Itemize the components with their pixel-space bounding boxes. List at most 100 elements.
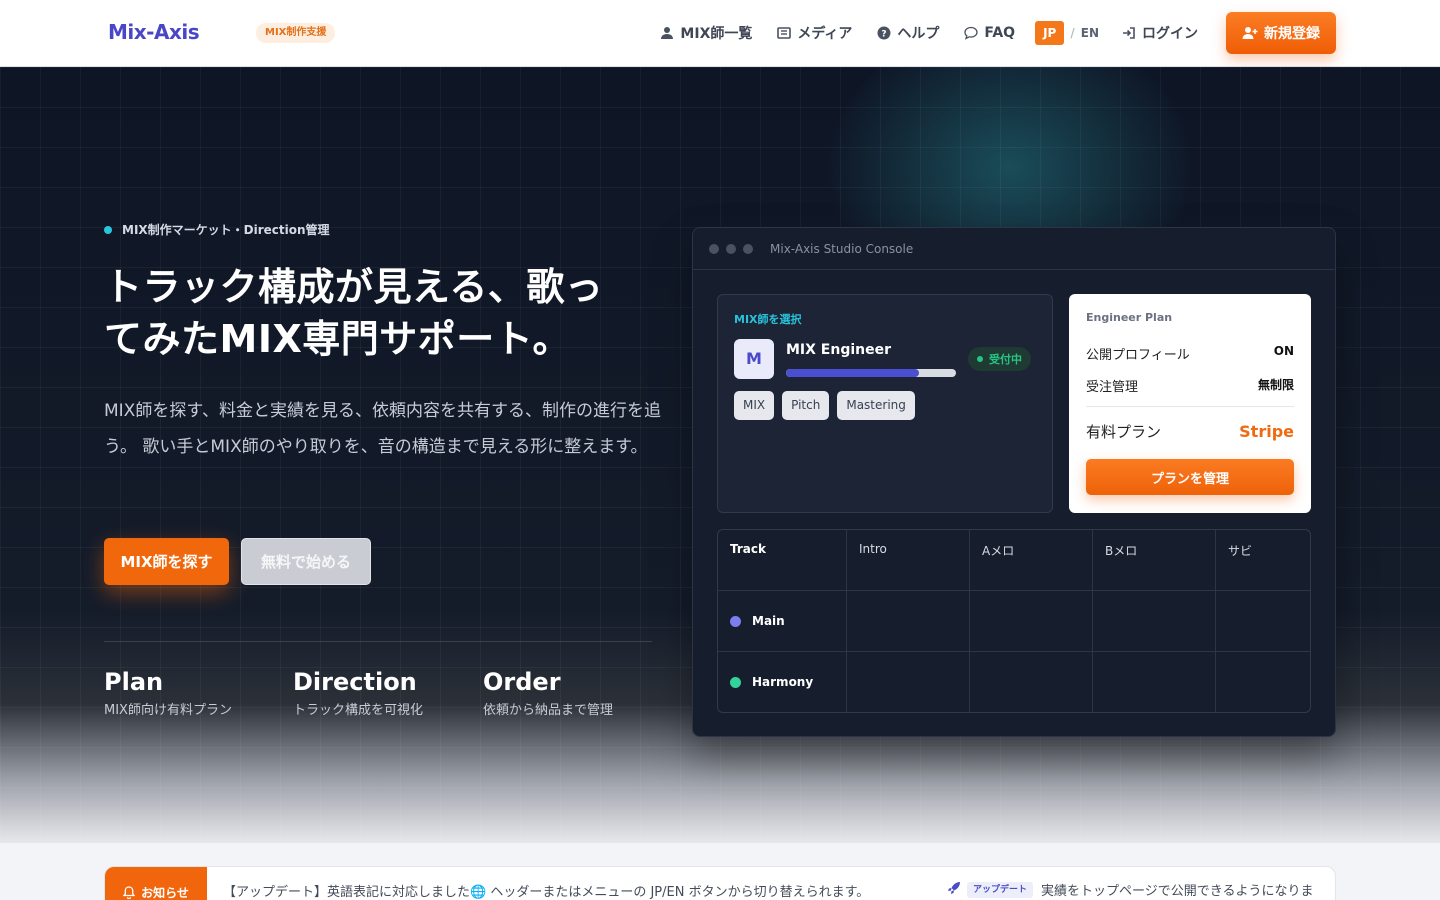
start-free-button[interactable]: 無料で始める — [241, 538, 371, 585]
stat-subtitle: 依頼から納品まで管理 — [483, 703, 614, 718]
signup-label: 新規登録 — [1264, 25, 1320, 41]
status-dot — [977, 356, 983, 362]
plan-row-key: 受注管理 — [1086, 380, 1139, 395]
track-name-cell[interactable]: Main — [718, 591, 847, 652]
avatar: M — [734, 339, 774, 379]
site-header: Mix-Axis MIX制作支援 MIX師一覧 メディア ? ヘルプ FAQ J… — [0, 0, 1440, 67]
lang-en-button[interactable]: EN — [1081, 26, 1099, 40]
login-label: ログイン — [1142, 26, 1198, 42]
table-cell[interactable] — [1093, 591, 1216, 652]
status-badge: 受付中 — [968, 347, 1031, 371]
table-header-cell: サビ — [1228, 544, 1253, 558]
plan-row: 公開プロフィール ON — [1086, 344, 1294, 363]
stat-subtitle: トラック構成を可視化 — [293, 703, 424, 718]
plan-row-value: 無制限 — [1257, 378, 1294, 392]
plan-divider — [1086, 406, 1294, 407]
notice-message[interactable]: 【アップデート】英語表記に対応しました🌐 ヘッダーまたはメニューの JP/EN … — [223, 881, 869, 900]
skill-tags: MIX Pitch Mastering — [734, 391, 923, 420]
console-title: Mix-Axis Studio Console — [770, 241, 914, 256]
table-header-cell: Aメロ — [970, 530, 1093, 591]
hero-headline: トラック構成が見える、歌ってみたMIX専門サポート。 — [104, 265, 604, 361]
paid-plan-key: 有料プラン — [1086, 423, 1162, 441]
notice-second-text: 実績をトップページで公開できるようになりま — [1041, 884, 1314, 899]
find-engineer-button[interactable]: MIX師を探す — [104, 538, 229, 585]
window-dot — [743, 243, 753, 254]
table-cell[interactable] — [1216, 652, 1310, 712]
notice-message-secondary[interactable]: アップデート 実績をトップページで公開できるようになりま — [947, 880, 1314, 899]
language-switch: JP / EN — [1035, 21, 1099, 45]
plan-row-value: ON — [1273, 344, 1294, 358]
engineer-progress-bar — [786, 369, 956, 377]
console-titlebar: Mix-Axis Studio Console — [693, 228, 1335, 270]
table-cell[interactable] — [970, 591, 1093, 652]
table-header-cell: Track — [718, 530, 847, 591]
paid-plan-value: Stripe — [1239, 422, 1294, 441]
stat-order: Order 依頼から納品まで管理 — [483, 667, 613, 718]
engineer-name[interactable]: MIX Engineer — [786, 342, 891, 358]
window-dot — [709, 243, 719, 254]
manage-plan-button[interactable]: プランを管理 — [1086, 459, 1294, 495]
hero-eyebrow: MIX制作マーケット・Direction管理 — [104, 221, 330, 238]
lang-jp-button[interactable]: JP — [1035, 21, 1065, 45]
notice-label-text: お知らせ — [141, 885, 189, 900]
user-icon — [659, 25, 675, 41]
svg-text:?: ? — [882, 30, 887, 40]
table-row: Harmony — [718, 652, 1310, 712]
window-dot — [726, 243, 736, 254]
track-name: Main — [752, 614, 785, 628]
track-color-dot — [730, 676, 741, 688]
track-name-cell[interactable]: Harmony — [718, 652, 847, 712]
table-header-row: Track Intro Aメロ Bメロ サビ — [718, 530, 1310, 591]
table-cell[interactable] — [847, 591, 970, 652]
eyebrow-dot — [104, 225, 112, 234]
lang-separator: / — [1070, 26, 1075, 40]
stat-subtitle: MIX師向け有料プラン — [104, 703, 232, 718]
signup-button[interactable]: 新規登録 — [1226, 12, 1336, 54]
status-label: 受付中 — [989, 353, 1022, 366]
table-cell[interactable] — [970, 652, 1093, 712]
notice-label: お知らせ — [105, 867, 207, 900]
main-nav: MIX師一覧 メディア ? ヘルプ FAQ JP / EN ログイン 新規登録 — [635, 12, 1336, 54]
nav-item-faq[interactable]: FAQ — [963, 25, 1015, 41]
logo[interactable]: Mix-Axis — [108, 20, 200, 44]
engineer-select-panel: MIX師を選択 M MIX Engineer 受付中 MIX Pitch Mas… — [717, 294, 1053, 513]
plan-panel-title: Engineer Plan — [1086, 311, 1173, 324]
hero-lead: MIX師を探す、料金と実績を見る、依頼内容を共有する、制作の進行を追う。 歌い手… — [104, 401, 661, 457]
nav-item-help[interactable]: ? ヘルプ — [876, 23, 939, 43]
hero-divider — [104, 641, 652, 642]
tag-mastering[interactable]: Mastering — [837, 391, 915, 420]
progress-fill — [786, 369, 919, 377]
chat-bubble-icon — [963, 25, 979, 41]
stat-title: Order — [483, 668, 561, 696]
tag-pitch[interactable]: Pitch — [782, 391, 830, 420]
login-link[interactable]: ログイン — [1121, 23, 1198, 43]
user-plus-icon — [1242, 26, 1258, 40]
paid-plan-row: 有料プラン Stripe — [1086, 421, 1294, 442]
track-name: Harmony — [752, 675, 814, 689]
eyebrow-text: MIX制作マーケット・Direction管理 — [122, 223, 330, 237]
table-cell[interactable] — [1216, 591, 1310, 652]
update-badge: アップデート — [967, 881, 1034, 898]
engineer-plan-panel: Engineer Plan 公開プロフィール ON 受注管理 無制限 有料プラン… — [1069, 294, 1311, 513]
table-cell[interactable] — [847, 652, 970, 712]
track-color-dot — [730, 615, 741, 627]
book-icon — [776, 25, 792, 41]
table-header-cell: Intro — [847, 530, 970, 591]
nav-item-label: メディア — [797, 26, 853, 42]
table-header-cell: Bメロ — [1093, 530, 1216, 591]
stat-plan: Plan MIX師向け有料プラン — [104, 667, 232, 718]
nav-item-engineers[interactable]: MIX師一覧 — [659, 23, 752, 43]
hero-section: MIX制作マーケット・Direction管理 トラック構成が見える、歌ってみたM… — [0, 67, 1440, 843]
stat-title: Plan — [104, 668, 164, 696]
track-structure-table: Track Intro Aメロ Bメロ サビ Main Harmony — [717, 529, 1311, 713]
plan-row-key: 公開プロフィール — [1086, 348, 1190, 363]
stat-direction: Direction トラック構成を可視化 — [293, 667, 423, 718]
nav-item-media[interactable]: メディア — [776, 23, 852, 43]
table-cell[interactable] — [1093, 652, 1216, 712]
tag-mix[interactable]: MIX — [734, 391, 775, 420]
help-circle-icon: ? — [876, 25, 892, 41]
nav-item-label: MIX師一覧 — [680, 26, 753, 42]
plan-row: 受注管理 無制限 — [1086, 376, 1294, 395]
logo-badge: MIX制作支援 — [256, 23, 336, 43]
studio-console: Mix-Axis Studio Console MIX師を選択 M MIX En… — [692, 227, 1336, 737]
